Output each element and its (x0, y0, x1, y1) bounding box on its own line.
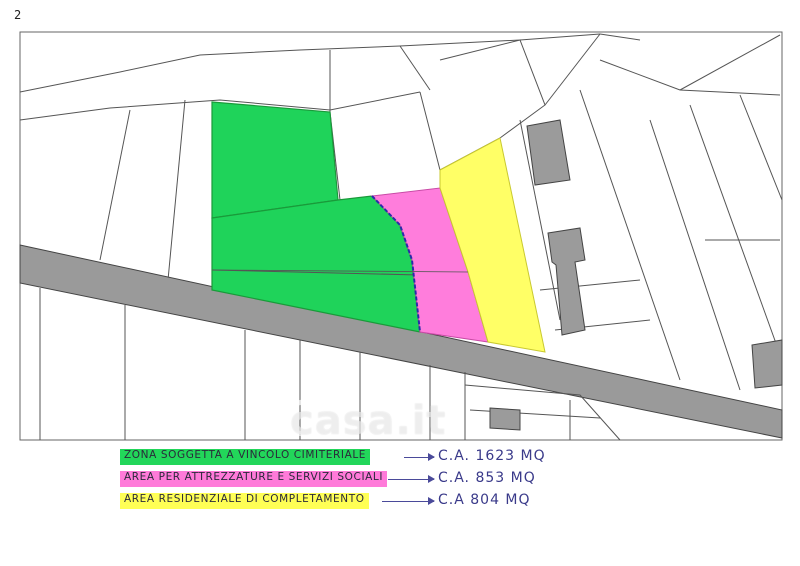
legend-arrow-services (388, 475, 435, 483)
legend-arrow-cemetery (404, 453, 435, 461)
legend-value-residential: C.A 804 MQ (438, 492, 531, 508)
casa-it-watermark: casa.it (290, 398, 447, 444)
legend-label-services: AREA PER ATTREZZATURE E SERVIZI SOCIALI (120, 471, 388, 487)
legend-value-services: C.A. 853 MQ (438, 470, 536, 486)
legend-arrow-residential (382, 497, 435, 505)
building-4 (489, 407, 521, 431)
legend-row-services: AREA PER ATTREZZATURE E SERVIZI SOCIALI … (120, 470, 560, 490)
legend-label-cemetery: ZONA SOGGETTA A VINCOLO CIMITERIALE (120, 449, 371, 465)
legend-row-residential: AREA RESIDENZIALE DI COMPLETAMENTO C.A 8… (120, 492, 560, 512)
header-fragment: 2 (14, 8, 22, 22)
map-legend: ZONA SOGGETTA A VINCOLO CIMITERIALE C.A.… (120, 448, 560, 514)
legend-value-cemetery: C.A. 1623 MQ (438, 448, 546, 464)
building-3 (751, 339, 783, 389)
legend-row-cemetery: ZONA SOGGETTA A VINCOLO CIMITERIALE C.A.… (120, 448, 560, 468)
green-zone-north (211, 101, 339, 219)
legend-label-residential: AREA RESIDENZIALE DI COMPLETAMENTO (120, 493, 369, 509)
